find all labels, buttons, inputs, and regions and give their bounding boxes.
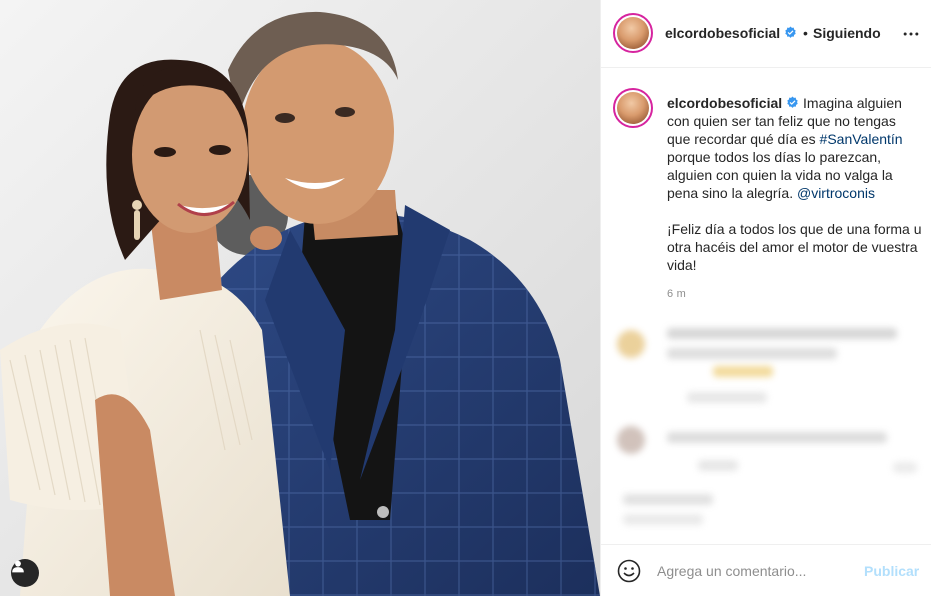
post-header: elcordobesoficial • Siguiendo — [601, 0, 931, 68]
user-tag-icon — [12, 560, 24, 573]
tag-user-button[interactable] — [11, 559, 39, 587]
verified-badge-icon — [785, 26, 796, 38]
post-image-illustration — [0, 0, 600, 596]
publish-button[interactable]: Publicar — [864, 563, 919, 579]
post-photo[interactable] — [0, 0, 600, 596]
following-button[interactable]: Siguiendo — [813, 25, 881, 41]
more-options-icon[interactable] — [901, 24, 921, 44]
verified-badge-icon — [787, 96, 798, 108]
hashtag-link[interactable]: #SanValentín — [820, 131, 903, 147]
emoji-icon[interactable] — [617, 559, 641, 583]
author-username[interactable]: elcordobesoficial — [665, 25, 797, 41]
mention-link[interactable]: @virtroconis — [797, 185, 875, 201]
blurred-comments — [613, 322, 923, 532]
caption-second-paragraph: ¡Feliz día a todos los que de una forma … — [667, 221, 922, 273]
post-sidebar: elcordobesoficial • Siguiendo elcordobes… — [600, 0, 931, 596]
caption-username[interactable]: elcordobesoficial — [667, 95, 782, 111]
follow-separator: • — [803, 25, 808, 41]
caption-text: elcordobesoficial Imagina alguien con qu… — [667, 94, 923, 274]
comment-bar: Publicar — [601, 544, 931, 596]
post-timestamp[interactable]: 6 m — [667, 288, 686, 300]
comment-input[interactable] — [657, 559, 857, 583]
author-avatar[interactable] — [613, 13, 653, 53]
caption-author-avatar[interactable] — [613, 88, 653, 128]
author-username-text[interactable]: elcordobesoficial — [665, 25, 780, 41]
